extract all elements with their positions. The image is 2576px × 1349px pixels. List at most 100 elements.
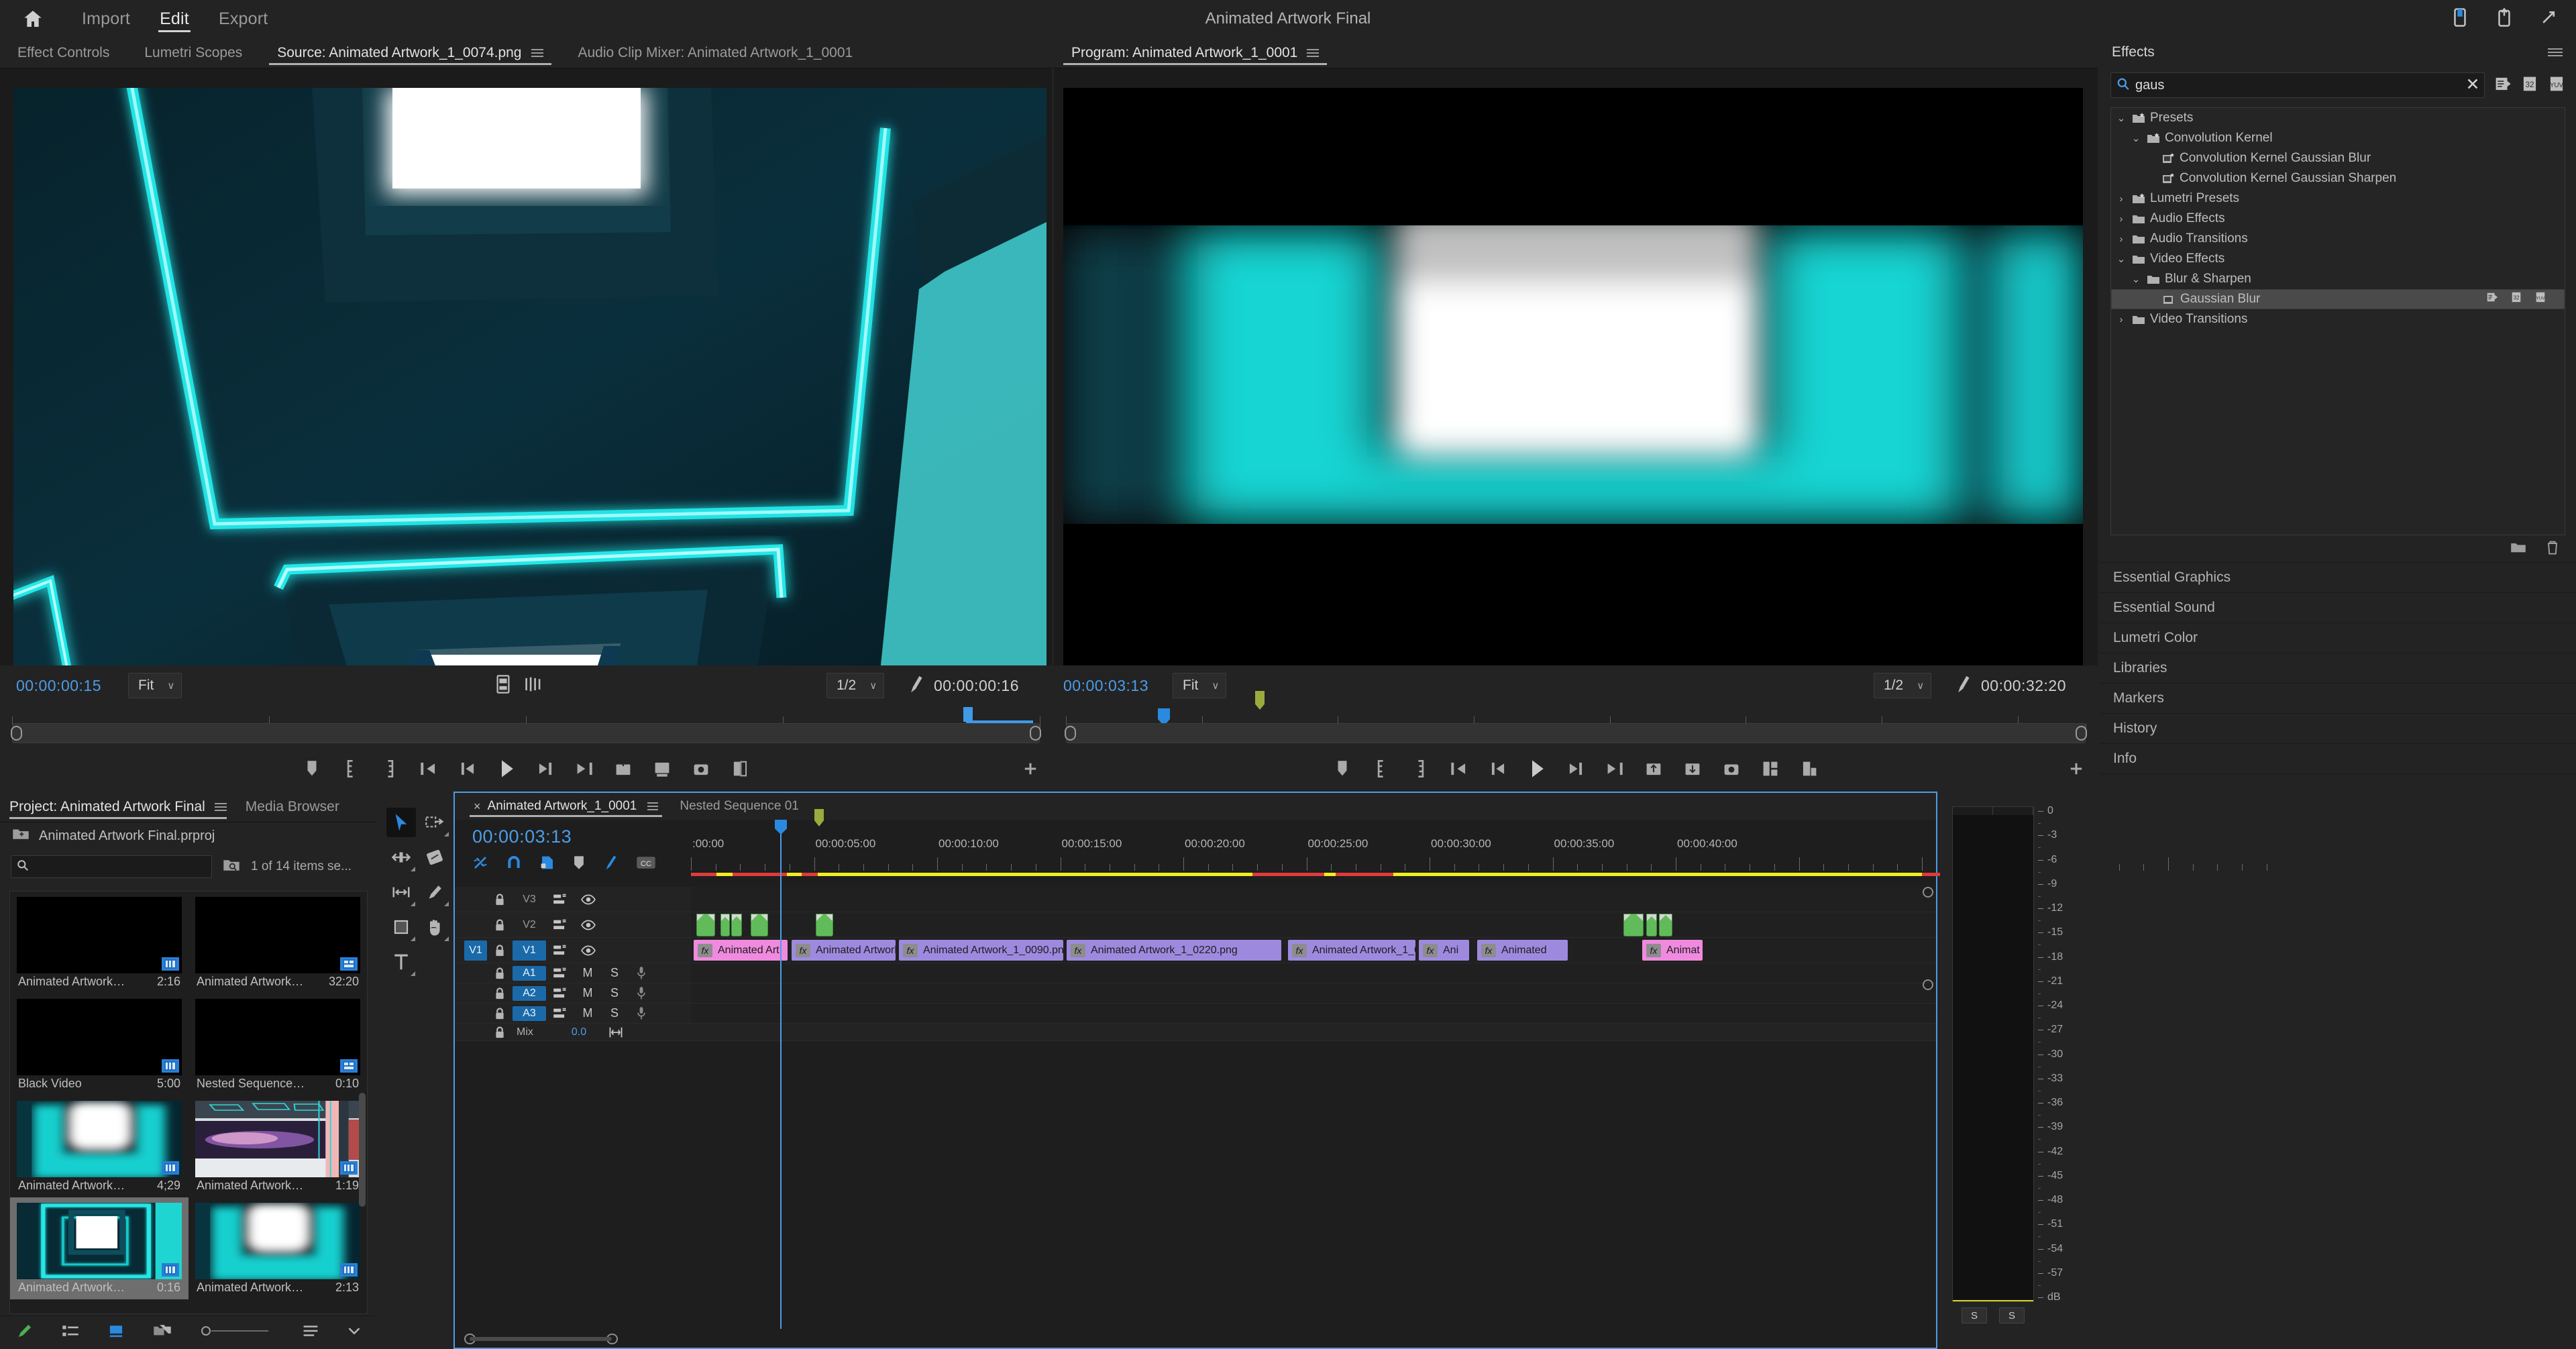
yuv-color-icon[interactable]: YUV bbox=[2548, 75, 2565, 96]
source-playback-resolution-icon[interactable] bbox=[496, 674, 510, 697]
hamburger-icon[interactable] bbox=[1307, 47, 1320, 59]
add-marker-icon[interactable] bbox=[1333, 759, 1352, 778]
button-editor-icon[interactable] bbox=[2067, 759, 2086, 778]
track-target-toggle[interactable] bbox=[464, 915, 487, 935]
track-lock-icon[interactable] bbox=[487, 918, 513, 932]
timeline-clip[interactable]: fx Animated Artwork_1_0220.png bbox=[1067, 940, 1281, 961]
track-sync-lock-icon[interactable] bbox=[546, 967, 574, 980]
track-lock-icon[interactable] bbox=[487, 893, 513, 906]
lift-icon[interactable] bbox=[1644, 759, 1663, 778]
project-item[interactable]: Animated Artwork_1... 0:16 bbox=[10, 1197, 189, 1299]
nav-export[interactable]: Export bbox=[204, 0, 282, 38]
chevron-down-icon[interactable]: ⌄ bbox=[2130, 273, 2142, 285]
effects-tree-item[interactable]: Convolution Kernel Gaussian Sharpen bbox=[2111, 168, 2565, 188]
hand-tool[interactable] bbox=[420, 912, 449, 942]
timeline-tab-nested[interactable]: Nested Sequence 01 bbox=[669, 793, 809, 820]
comparison-view-icon[interactable] bbox=[1761, 759, 1780, 778]
zoom-slider-icon[interactable] bbox=[200, 1323, 274, 1342]
effects-search-box[interactable] bbox=[2110, 72, 2485, 98]
track-target-toggle[interactable] bbox=[464, 889, 487, 910]
step-back-icon[interactable] bbox=[1489, 759, 1507, 778]
find-icon[interactable] bbox=[223, 858, 240, 876]
comparison-view-icon[interactable] bbox=[731, 759, 749, 778]
timeline-clip-video[interactable] bbox=[1646, 914, 1657, 936]
tab-audio-clip-mixer[interactable]: Audio Clip Mixer: Animated Artwork_1_000… bbox=[561, 38, 871, 68]
project-search-input[interactable] bbox=[29, 859, 206, 874]
export-frame-icon[interactable] bbox=[692, 759, 710, 778]
project-item-thumbnail[interactable] bbox=[17, 999, 182, 1075]
track-voiceover-icon[interactable] bbox=[628, 1006, 655, 1021]
tab-project[interactable]: Project: Animated Artwork Final bbox=[0, 792, 236, 822]
timeline-horizontal-scrollbar[interactable] bbox=[464, 1334, 1927, 1344]
timeline-clip[interactable]: fx Ani bbox=[1419, 940, 1469, 961]
project-item-thumbnail[interactable] bbox=[195, 999, 360, 1075]
source-resolution-select[interactable]: 1/2 ∨ bbox=[826, 673, 885, 698]
source-playhead-marker[interactable] bbox=[963, 707, 973, 722]
accelerated-effect-icon[interactable] bbox=[2494, 75, 2512, 96]
track-content-v3[interactable] bbox=[691, 887, 1936, 912]
step-forward-icon[interactable] bbox=[536, 759, 555, 778]
publish-icon[interactable] bbox=[2496, 7, 2513, 31]
timeline-clip[interactable]: fx Animated Artwork_1_0 bbox=[1288, 940, 1415, 961]
rectangle-tool[interactable] bbox=[386, 912, 416, 942]
audio-meter-solo-right[interactable]: S bbox=[1999, 1307, 2025, 1324]
project-item[interactable]: Black Video 5:00 bbox=[10, 993, 189, 1095]
program-zoom-left-handle[interactable] bbox=[1065, 726, 1076, 741]
tab-effect-controls[interactable]: Effect Controls bbox=[0, 38, 127, 68]
go-to-out-icon[interactable] bbox=[1605, 759, 1624, 778]
chevron-down-icon[interactable]: ⌄ bbox=[2115, 253, 2127, 265]
project-item[interactable]: Animated Artwork_... 32:20 bbox=[189, 892, 367, 993]
mark-in-icon[interactable] bbox=[341, 759, 360, 778]
timeline-scroll-thumb[interactable] bbox=[470, 1337, 612, 1341]
source-duration-timecode[interactable]: 00:00:00:16 bbox=[934, 677, 1019, 695]
track-name-a2[interactable]: A2 bbox=[513, 985, 546, 1001]
track-sync-lock-icon[interactable] bbox=[546, 1007, 574, 1020]
tab-media-browser[interactable]: Media Browser bbox=[236, 792, 349, 822]
track-lock-icon[interactable] bbox=[487, 944, 513, 957]
track-content-a2[interactable] bbox=[691, 983, 1936, 1003]
master-meters-icon[interactable] bbox=[602, 1026, 629, 1038]
track-visibility-icon[interactable] bbox=[574, 894, 602, 905]
button-editor-icon[interactable] bbox=[1021, 759, 1040, 778]
project-item-thumbnail[interactable] bbox=[17, 1203, 182, 1279]
track-visibility-icon[interactable] bbox=[574, 920, 602, 930]
step-back-icon[interactable] bbox=[458, 759, 477, 778]
timeline-vscroll-top-handle[interactable] bbox=[1923, 887, 1933, 898]
effects-tree-item[interactable]: ⌄ Blur & Sharpen bbox=[2111, 269, 2565, 289]
track-solo-button[interactable]: S bbox=[601, 964, 628, 983]
track-name-v1[interactable]: V1 bbox=[513, 940, 546, 961]
chevron-right-icon[interactable]: › bbox=[2115, 193, 2127, 205]
add-marker-icon[interactable] bbox=[303, 759, 321, 778]
close-icon[interactable] bbox=[2467, 78, 2479, 93]
track-lock-icon[interactable] bbox=[487, 987, 513, 1000]
effects-tree-item[interactable]: ⌄ Video Effects bbox=[2111, 249, 2565, 269]
effects-tree-item[interactable]: Convolution Kernel Gaussian Blur bbox=[2111, 148, 2565, 168]
track-content-v2[interactable] bbox=[691, 912, 1936, 937]
hamburger-icon[interactable] bbox=[647, 800, 659, 812]
project-item[interactable]: Animated Artwork_1... 4;29 bbox=[10, 1095, 189, 1197]
effects-tree-item[interactable]: Gaussian Blur 32 YUV bbox=[2111, 289, 2565, 309]
track-solo-button[interactable]: S bbox=[601, 984, 628, 1003]
go-to-in-icon[interactable] bbox=[419, 759, 438, 778]
program-resolution-select[interactable]: 1/2 ∨ bbox=[1874, 673, 1932, 698]
timeline-clip[interactable]: fx Animated Artwork_1_0090.png bbox=[899, 940, 1063, 961]
play-icon[interactable] bbox=[497, 759, 516, 778]
timeline-clip-video[interactable] bbox=[1659, 914, 1672, 936]
overwrite-icon[interactable] bbox=[653, 759, 672, 778]
project-item-thumbnail[interactable] bbox=[195, 1101, 360, 1177]
track-content-a1[interactable] bbox=[691, 963, 1936, 983]
accordion-panel-markers[interactable]: Markers bbox=[2100, 684, 2576, 714]
hamburger-icon[interactable] bbox=[2548, 46, 2563, 58]
freeform-view-icon[interactable] bbox=[153, 1323, 172, 1342]
marker-sync-icon[interactable] bbox=[539, 855, 555, 874]
icon-view-icon[interactable] bbox=[107, 1323, 125, 1342]
audio-meter-box[interactable] bbox=[1952, 806, 2034, 1302]
timeline-vertical-scrollbar[interactable] bbox=[1923, 887, 1933, 1329]
32-bit-color-icon[interactable]: 32 bbox=[2521, 75, 2538, 96]
timeline-clip[interactable]: fx Animated bbox=[1477, 940, 1568, 961]
track-target-toggle[interactable]: V1 bbox=[464, 940, 487, 961]
program-wrench-icon[interactable] bbox=[1954, 674, 1972, 698]
chevron-down-icon[interactable]: ⌄ bbox=[2130, 132, 2142, 144]
snap-icon[interactable] bbox=[506, 855, 522, 874]
timeline-settings-icon[interactable] bbox=[602, 854, 619, 875]
